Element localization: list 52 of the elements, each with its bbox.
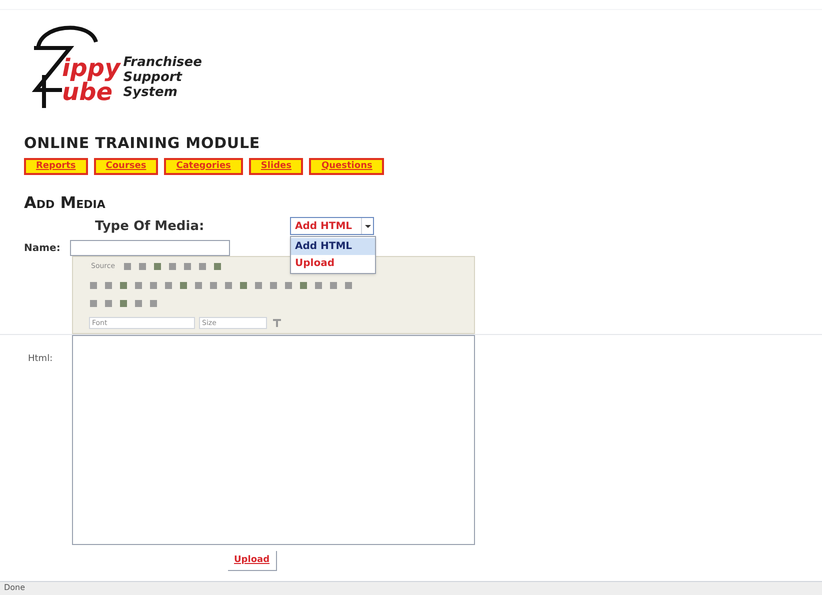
nav-link[interactable]: Questions	[309, 158, 384, 174]
toolbar-square-icon[interactable]	[104, 280, 113, 290]
toolbar-square-icon[interactable]	[344, 280, 353, 290]
dropdown-option[interactable]: Add HTML	[291, 238, 375, 256]
media-type-select[interactable]: Add HTML	[290, 217, 374, 236]
toolbar-square-icon[interactable]	[224, 280, 233, 290]
toolbar-square-icon[interactable]	[164, 280, 173, 290]
toolbar-square-icon[interactable]	[299, 280, 308, 290]
toolbar-square-icon[interactable]	[89, 298, 98, 308]
toolbar-square-icon[interactable]	[119, 298, 128, 308]
toolbar-square-icon[interactable]	[179, 280, 188, 290]
toolbar-square-icon[interactable]	[254, 280, 263, 290]
toolbar-square-icon[interactable]	[168, 262, 178, 271]
toolbar-square-icon[interactable]	[198, 262, 208, 271]
toolbar-square-icon[interactable]	[119, 280, 128, 290]
field-label: Name:	[24, 242, 62, 256]
field-label: Html:	[28, 353, 54, 366]
toolbar-square-icon[interactable]	[314, 280, 323, 290]
toolbar-square-icon[interactable]	[134, 280, 143, 290]
logo-text: ube	[62, 80, 113, 104]
toolbar-square-icon[interactable]	[213, 262, 222, 271]
upload-button[interactable]: Upload	[228, 551, 277, 572]
logo-tagline: Support	[123, 70, 184, 85]
nav-link[interactable]: Slides	[248, 158, 304, 174]
toolbar-square-icon[interactable]	[149, 298, 158, 308]
toolbar-square-icon[interactable]	[329, 280, 338, 290]
toolbar-square-icon[interactable]	[138, 262, 148, 271]
dropdown-option[interactable]: Upload	[291, 255, 375, 272]
toolbar-square-icon[interactable]	[284, 280, 293, 290]
toolbar-square-icon[interactable]	[149, 280, 158, 290]
logo-tagline: System	[123, 85, 178, 100]
toolbar-square-icon[interactable]	[183, 262, 192, 271]
toolbar-square-icon[interactable]	[269, 280, 278, 290]
status-bar: Done	[0, 581, 822, 595]
nav-link[interactable]: Categories	[164, 158, 243, 174]
toolbar-square-icon[interactable]	[239, 280, 248, 290]
logo-tagline: Franchisee	[123, 55, 202, 70]
caret-icon	[361, 218, 373, 234]
nav-link[interactable]: Reports	[24, 158, 88, 174]
field-label: Type Of Media:	[95, 218, 206, 236]
page-heading: Add Media	[24, 192, 106, 214]
toolbar-square-icon[interactable]	[209, 280, 218, 290]
module-title: ONLINE TRAINING MODULE	[24, 133, 262, 154]
toolbar-square-icon[interactable]	[134, 298, 143, 308]
name-input[interactable]	[70, 240, 230, 256]
toolbar-square-icon[interactable]	[104, 298, 113, 308]
toolbar-square-icon[interactable]	[123, 262, 132, 271]
logo-text: ippy	[62, 56, 120, 80]
toolbar-square-icon[interactable]	[89, 280, 98, 290]
toolbar-square-icon[interactable]	[153, 262, 162, 271]
toolbar-square-icon[interactable]	[194, 280, 203, 290]
nav-link[interactable]: Courses	[94, 158, 158, 174]
